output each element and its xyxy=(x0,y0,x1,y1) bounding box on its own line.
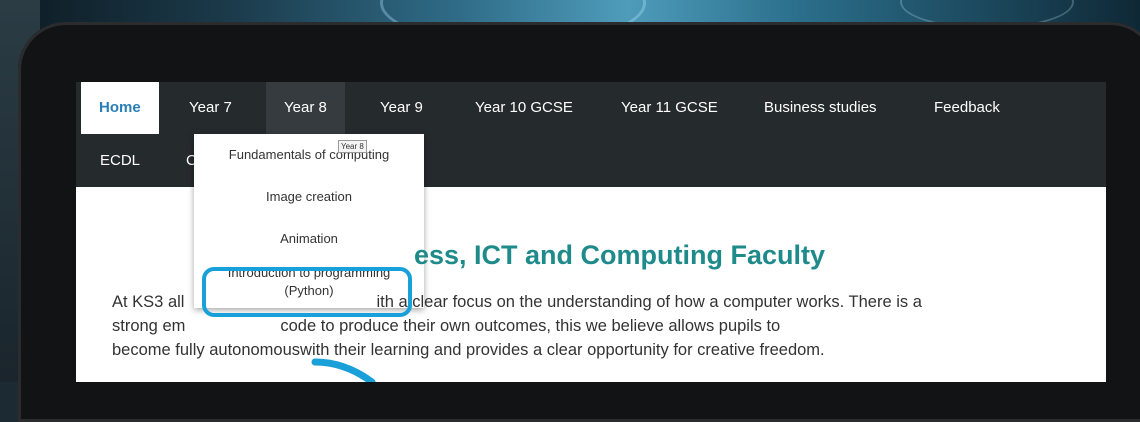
nav-year-9[interactable]: Year 9 xyxy=(362,82,441,134)
paragraph-line-3: become fully autonomouswith their learni… xyxy=(112,341,825,359)
year-8-dropdown-menu: Fundamentals of computing Image creation… xyxy=(194,134,424,308)
menu-item-fundamentals-of-computing[interactable]: Fundamentals of computing xyxy=(194,134,424,176)
nav-business-studies[interactable]: Business studies xyxy=(746,82,895,134)
menu-item-image-creation[interactable]: Image creation xyxy=(194,176,424,218)
nav-year-7[interactable]: Year 7 xyxy=(171,82,250,134)
nav-home[interactable]: Home xyxy=(81,82,159,134)
nav-feedback[interactable]: Feedback xyxy=(916,82,1018,134)
nav-year-8[interactable]: Year 8 xyxy=(266,82,345,134)
nav-year-10-gcse[interactable]: Year 10 GCSE xyxy=(457,82,591,134)
page-heading: ess, ICT and Computing Faculty xyxy=(414,240,826,270)
paragraph-line-2: strong em code to produce their own outco… xyxy=(112,317,781,335)
year-8-tooltip: Year 8 xyxy=(338,140,367,153)
intro-paragraph: At KS3 all ith a clear focus on the under… xyxy=(112,290,1092,362)
website-screen: Home Year 7 Year 8 Year 9 Year 10 GCSE Y… xyxy=(76,82,1106,382)
menu-item-animation[interactable]: Animation xyxy=(194,218,424,260)
paragraph-line-1: At KS3 all ith a clear focus on the under… xyxy=(112,293,922,311)
nav-ecdl[interactable]: ECDL xyxy=(82,136,158,186)
nav-year-11-gcse[interactable]: Year 11 GCSE xyxy=(603,82,736,134)
menu-item-label-line1: Introduction to programming xyxy=(227,265,391,280)
